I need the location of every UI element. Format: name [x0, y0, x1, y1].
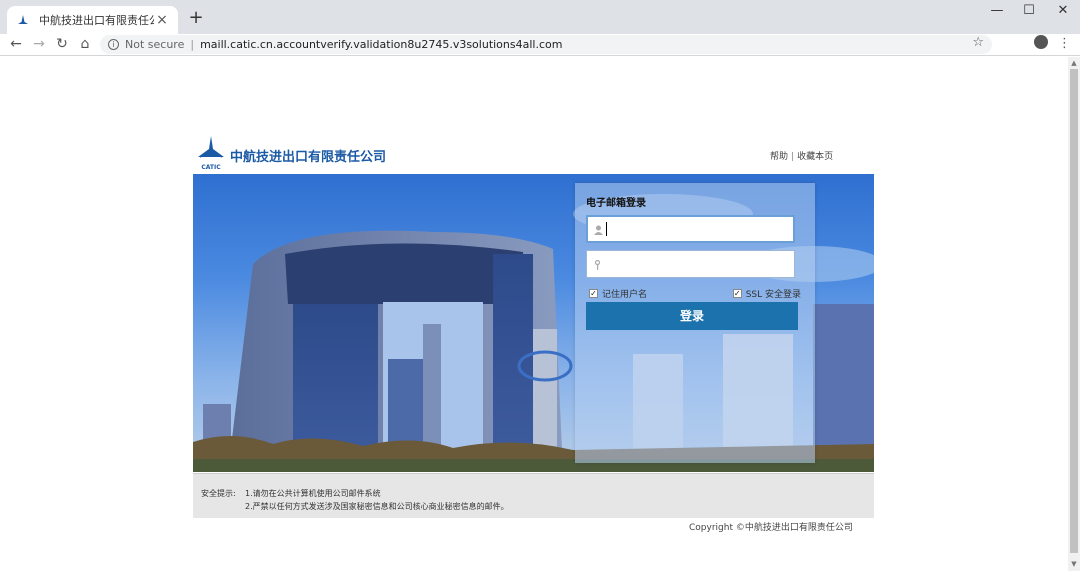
info-icon[interactable]: i: [108, 39, 119, 50]
maximize-window-icon[interactable]: ☐: [1012, 0, 1046, 22]
username-input[interactable]: [611, 219, 793, 239]
security-status: Not secure: [125, 38, 185, 51]
forward-arrow-icon[interactable]: →: [29, 34, 49, 54]
minimize-window-icon[interactable]: —: [980, 0, 1014, 22]
close-tab-icon[interactable]: ×: [154, 12, 170, 28]
remember-username-option[interactable]: ✓ 记住用户名: [589, 287, 647, 300]
ssl-login-option[interactable]: ✓ SSL 安全登录: [732, 287, 801, 300]
page-scrollbar[interactable]: ▲ ▼: [1068, 57, 1080, 571]
profile-avatar-icon[interactable]: [1034, 35, 1048, 49]
help-link[interactable]: 帮助: [770, 152, 788, 162]
close-window-icon[interactable]: ✕: [1046, 0, 1080, 22]
scroll-up-icon[interactable]: ▲: [1070, 59, 1078, 67]
remember-checkbox[interactable]: ✓: [589, 289, 598, 298]
ssl-checkbox[interactable]: ✓: [732, 289, 742, 298]
ssl-label: SSL 安全登录: [745, 290, 801, 300]
tab-title: 中航技进出口有限责任公司: [39, 14, 154, 27]
notice-label: 安全提示:: [201, 489, 236, 498]
remember-label: 记住用户名: [602, 290, 648, 300]
back-arrow-icon[interactable]: ←: [6, 34, 26, 54]
catic-logo-icon: CATIC: [196, 135, 226, 171]
logo-subtitle: CATIC: [201, 164, 221, 171]
company-logo: CATIC 中航技进出口有限责任公司: [196, 135, 386, 171]
browser-tab[interactable]: 中航技进出口有限责任公司 ×: [7, 6, 178, 34]
login-button[interactable]: 登录: [586, 302, 798, 330]
header-links: 帮助 | 收藏本页: [770, 149, 833, 162]
new-tab-button[interactable]: +: [186, 8, 206, 28]
username-field[interactable]: [586, 215, 795, 243]
bookmark-star-icon[interactable]: ☆: [972, 35, 984, 50]
notice-line-1: 1.请勿在公共计算机使用公司邮件系统: [245, 489, 381, 498]
password-field[interactable]: [586, 250, 795, 278]
scroll-down-icon[interactable]: ▼: [1070, 560, 1078, 568]
home-icon[interactable]: ⌂: [75, 34, 95, 54]
login-panel: 电子邮箱登录 ✓ 记住用户名 ✓ SSL 安全登录 登录: [575, 183, 815, 463]
text-cursor: [606, 222, 607, 236]
browser-menu-icon[interactable]: ⋮: [1058, 34, 1071, 54]
url-text[interactable]: maill.catic.cn.accountverify.validation8…: [200, 38, 562, 51]
notice-line-2: 2.严禁以任何方式发送涉及国家秘密信息和公司核心商业秘密信息的邮件。: [245, 502, 509, 511]
security-notice: 安全提示: 1.请勿在公共计算机使用公司邮件系统 2.严禁以任何方式发送涉及国家…: [193, 473, 874, 518]
login-options: ✓ 记住用户名 ✓ SSL 安全登录: [589, 287, 801, 300]
link-separator: |: [791, 152, 795, 162]
address-separator: |: [190, 38, 195, 51]
scroll-thumb[interactable]: [1070, 69, 1078, 553]
login-title: 电子邮箱登录: [586, 198, 646, 209]
catic-favicon-icon: [15, 12, 31, 28]
address-bar[interactable]: i Not secure | maill.catic.cn.accountver…: [100, 35, 992, 54]
company-name: 中航技进出口有限责任公司: [230, 150, 387, 165]
copyright-text: Copyright ©中航技进出口有限责任公司: [689, 523, 853, 533]
browser-tab-bar: 中航技进出口有限责任公司 × + — ☐ ✕: [0, 0, 1080, 34]
password-input[interactable]: [606, 254, 794, 274]
key-icon: [593, 259, 602, 270]
reload-icon[interactable]: ↻: [52, 34, 72, 54]
browser-toolbar: ← → ↻ ⌂ i Not secure | maill.catic.cn.ac…: [0, 34, 1080, 56]
bookmark-page-link[interactable]: 收藏本页: [797, 152, 833, 162]
user-icon: [594, 224, 603, 235]
